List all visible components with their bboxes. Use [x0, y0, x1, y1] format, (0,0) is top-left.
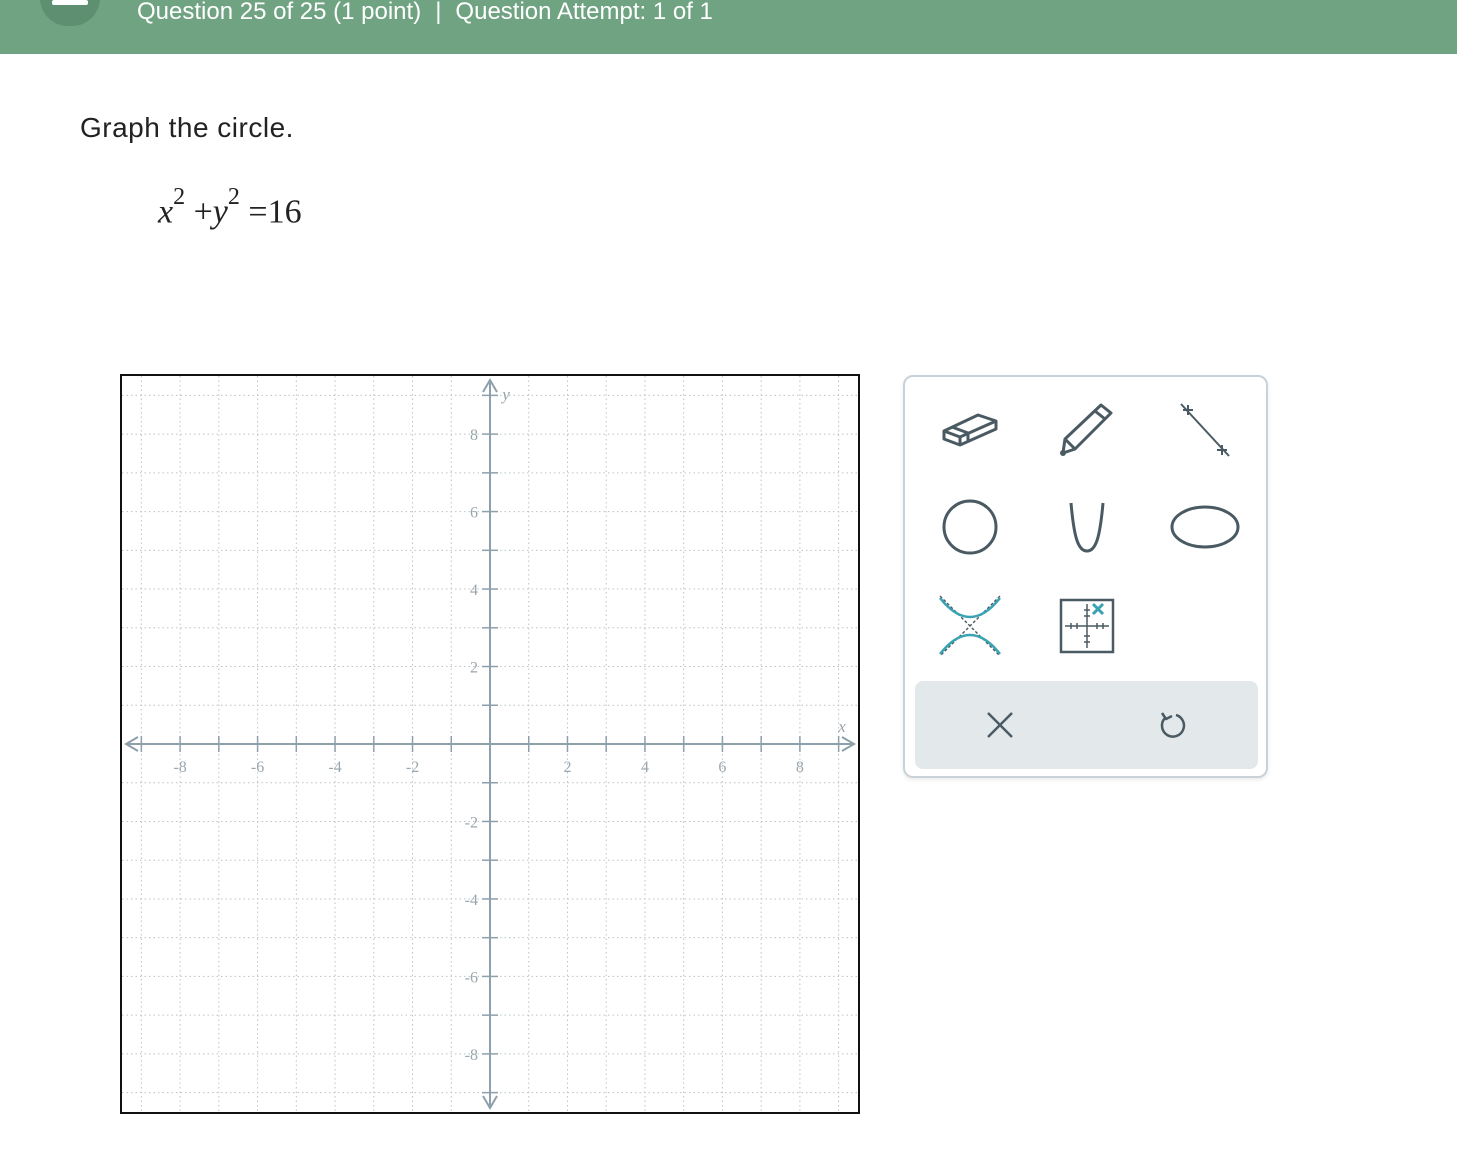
graph-toolbox [903, 375, 1268, 778]
question-status: Question 25 of 25 (1 point) | Question Att… [137, 0, 713, 26]
no-solution-tool-button[interactable] [1047, 591, 1127, 661]
no-solution-grid-icon [1059, 598, 1115, 654]
coordinate-plane[interactable]: -8 -6 -4 -2 2 4 6 8 8 6 4 2 -2 -4 -6 -8 x y [122, 376, 858, 1112]
circle-equation: x2 +y2 =16 [158, 184, 302, 231]
eraser-icon [942, 413, 998, 447]
question-instruction: Graph the circle. [80, 112, 294, 143]
toolbox-action-bar [915, 681, 1258, 769]
question-header: Question 25 of 25 (1 point) | Question Att… [0, 0, 1457, 54]
question-attempt: Question Attempt: 1 of 1 [455, 0, 713, 25]
undo-button[interactable] [1142, 695, 1202, 755]
eq-equals: = [248, 193, 268, 231]
y-tick-label: -8 [465, 1047, 478, 1064]
parabola-icon [1069, 502, 1105, 553]
y-tick-label: 6 [470, 505, 478, 522]
x-tick-label: -2 [406, 759, 419, 776]
clear-button[interactable] [970, 695, 1030, 755]
menu-icon [52, 0, 88, 5]
question-number: Question 25 of 25 (1 point) [137, 0, 422, 25]
x-tick-label: 8 [796, 759, 804, 776]
line-segment-icon [1180, 403, 1230, 457]
x-axis-label: x [837, 717, 846, 736]
menu-button[interactable] [40, 0, 100, 26]
y-tick-label: -4 [465, 892, 478, 909]
y-tick-label: 4 [470, 582, 478, 599]
x-tick-label: 6 [718, 759, 726, 776]
hyperbola-icon [939, 595, 1001, 657]
ellipse-tool-button[interactable] [1165, 492, 1245, 562]
eq-rhs: 16 [267, 193, 302, 231]
y-tick-label: -6 [465, 969, 478, 986]
eq-x-exponent: 2 [173, 184, 186, 210]
x-tick-label: 2 [563, 759, 571, 776]
eq-y-var: y [212, 193, 228, 231]
eraser-tool-button[interactable] [930, 394, 1010, 464]
hyperbola-tool-button[interactable] [930, 591, 1010, 661]
line-tool-button[interactable] [1165, 394, 1245, 464]
eq-y-exponent: 2 [227, 184, 240, 210]
y-tick-label: 2 [470, 660, 478, 677]
x-tick-label: -8 [173, 759, 186, 776]
pencil-tool-button[interactable] [1047, 394, 1127, 464]
y-tick-label: 8 [470, 427, 478, 444]
x-tick-label: -6 [251, 759, 264, 776]
graphing-canvas[interactable]: -8 -6 -4 -2 2 4 6 8 8 6 4 2 -2 -4 -6 -8 x y [120, 374, 860, 1114]
y-tick-label: -2 [465, 814, 478, 831]
eq-x-var: x [158, 193, 174, 231]
eq-plus: + [193, 193, 213, 231]
parabola-tool-button[interactable] [1047, 492, 1127, 562]
y-axis-label: y [500, 385, 510, 404]
x-tick-label: -4 [328, 759, 341, 776]
pencil-icon [1060, 403, 1113, 456]
circle-icon [942, 499, 998, 555]
close-icon [987, 712, 1013, 738]
undo-icon [1160, 712, 1186, 738]
x-tick-label: 4 [641, 759, 649, 776]
header-separator: | [435, 0, 442, 25]
ellipse-icon [1170, 505, 1240, 549]
circle-tool-button[interactable] [930, 492, 1010, 562]
